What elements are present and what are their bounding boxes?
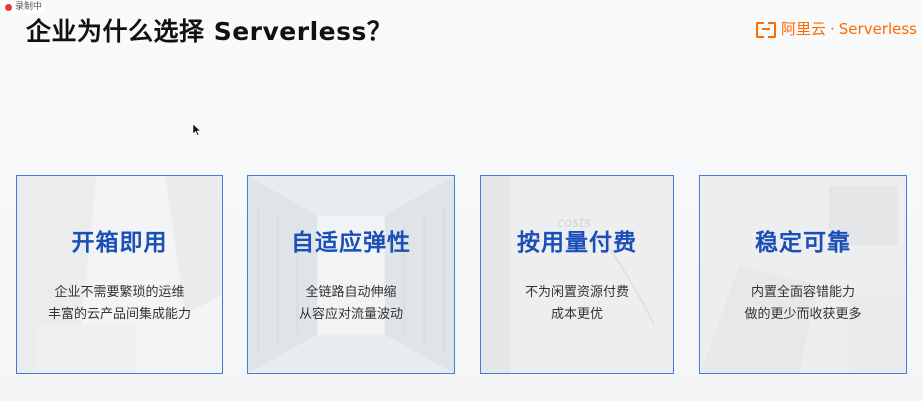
feature-card-out-of-box: 开箱即用 企业不需要繁琐的运维 丰富的云产品间集成能力	[16, 175, 223, 374]
card-heading: 按用量付费	[517, 230, 637, 256]
card-description-line: 全链路自动伸缩	[305, 285, 397, 300]
feature-card-pay-per-use: costs 按用量付费 不为闲置资源付费 成本更优	[480, 175, 674, 374]
logo-separator: ·	[830, 19, 835, 38]
feature-card-stable: 稳定可靠 内置全面容错能力 做的更少而收获更多	[699, 175, 907, 374]
mouse-cursor-icon	[193, 124, 201, 136]
aliyun-logo-icon	[755, 21, 777, 38]
card-description-line: 丰富的云产品间集成能力	[47, 307, 191, 322]
card-description-line: 企业不需要繁琐的运维	[54, 285, 185, 300]
card-description-line: 不为闲置资源付费	[524, 285, 629, 300]
card-description-line: 做的更少而收获更多	[744, 307, 862, 322]
card-heading: 开箱即用	[71, 230, 168, 256]
page-title: 企业为什么选择 Serverless？	[26, 17, 393, 46]
card-description-line: 成本更优	[550, 307, 603, 322]
card-description-line: 内置全面容错能力	[750, 285, 855, 300]
record-dot-icon	[5, 3, 12, 11]
logo-product: Serverless	[838, 19, 917, 38]
card-description-line: 从容应对流量波动	[298, 307, 403, 322]
logo-brand: 阿里云	[780, 20, 826, 38]
brand-logo: 阿里云 · Serverless	[755, 18, 917, 39]
feature-card-elastic: 自适应弹性 全链路自动伸缩 从容应对流量波动	[247, 175, 455, 374]
card-heading: 自适应弹性	[291, 230, 411, 256]
slide: 录制中 企业为什么选择 Serverless？ 阿里云 · Serverless…	[0, 0, 923, 401]
card-heading: 稳定可靠	[755, 230, 851, 256]
